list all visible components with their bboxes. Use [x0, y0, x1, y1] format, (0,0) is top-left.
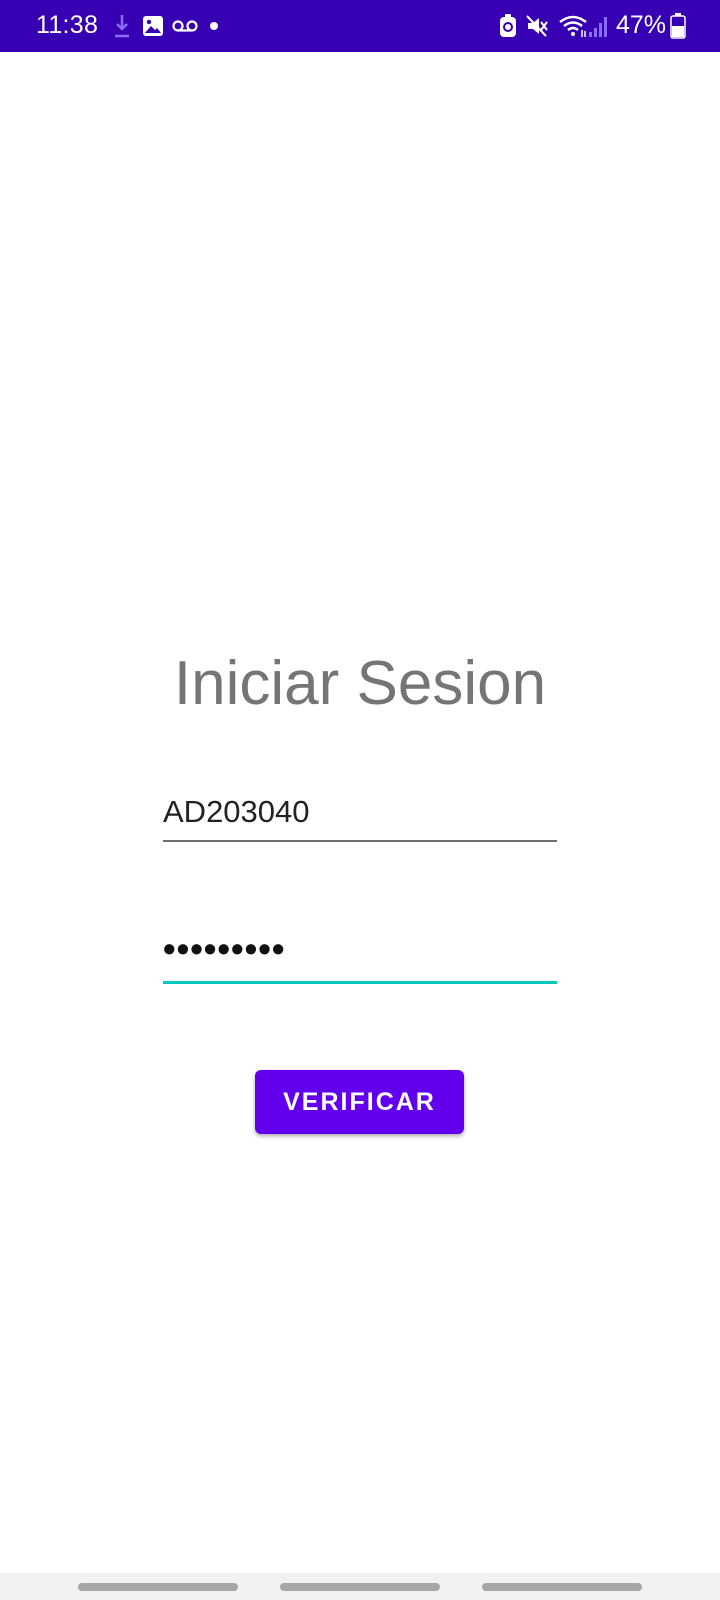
username-underline [163, 840, 557, 842]
username-field[interactable]: AD203040 [163, 790, 557, 842]
download-icon [112, 12, 132, 40]
page-title: Iniciar Sesion [173, 649, 547, 718]
battery-icon [670, 12, 686, 40]
mute-icon [526, 12, 550, 40]
password-field[interactable]: ••••••••• [163, 928, 557, 984]
battery-percentage: 47% [615, 11, 666, 39]
username-input-value[interactable]: AD203040 [163, 794, 310, 830]
signal-icon [588, 12, 610, 40]
notification-dot-icon [208, 12, 220, 40]
wifi-icon [558, 12, 588, 40]
status-time: 11:38 [36, 11, 99, 39]
password-focus-underline [163, 981, 557, 984]
voicemail-icon [172, 12, 198, 40]
back-pill[interactable] [482, 1583, 642, 1591]
recent-apps-pill[interactable] [78, 1583, 238, 1591]
battery-saver-icon [498, 12, 518, 40]
home-pill[interactable] [280, 1583, 440, 1591]
status-bar: 11:38 47% [0, 0, 720, 52]
password-input-value[interactable]: ••••••••• [163, 928, 285, 970]
verify-button[interactable]: VERIFICAR [255, 1070, 464, 1134]
image-icon [142, 12, 164, 40]
navigation-bar [0, 1573, 720, 1600]
